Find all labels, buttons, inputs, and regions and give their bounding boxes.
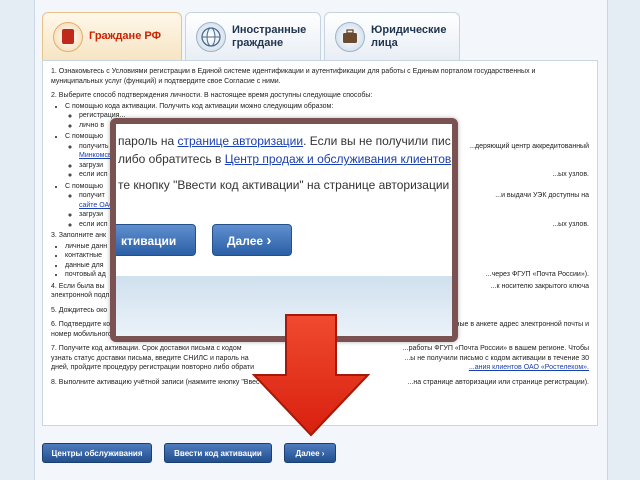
zoom-callout: пароль на странице авторизации. Если вы … bbox=[110, 118, 458, 342]
tab-legal-entities[interactable]: Юридические лица bbox=[324, 12, 460, 60]
tab-label: Иностранные граждане bbox=[232, 24, 307, 49]
step-2: 2. Выберите способ подтверждения личност… bbox=[51, 92, 373, 99]
sales-service-center-link[interactable]: Центр продаж и обслуживания клиентов bbox=[225, 152, 452, 166]
tab-citizens-rf[interactable]: Граждане РФ bbox=[42, 12, 182, 60]
zoom-next-button[interactable]: Далее › bbox=[212, 224, 292, 256]
zoom-line-1: пароль на странице авторизации. Если вы … bbox=[118, 134, 451, 148]
zoom-line-3: те кнопку "Ввести код активации" на стра… bbox=[118, 178, 458, 192]
globe-icon bbox=[196, 22, 226, 52]
tab-foreign-citizens[interactable]: Иностранные граждане bbox=[185, 12, 321, 60]
tab-label: Юридические лица bbox=[371, 24, 447, 49]
passport-icon bbox=[53, 22, 83, 52]
enter-activation-code-button[interactable]: Ввести код активации bbox=[164, 443, 272, 463]
auth-page-link[interactable]: странице авторизации bbox=[177, 134, 303, 148]
sales-center-link[interactable]: ...ания клиентов ОАО «Ростелеком». bbox=[469, 363, 589, 373]
step-1: 1. Ознакомьтесь с Условиями регистрации … bbox=[51, 68, 536, 85]
chevron-right-icon: › bbox=[321, 449, 325, 458]
zoom-line-2: либо обратитесь в Центр продаж и обслужи… bbox=[118, 152, 452, 166]
next-button[interactable]: Далее › bbox=[284, 443, 336, 463]
service-centers-button[interactable]: Центры обслуживания bbox=[42, 443, 152, 463]
tab-label: Граждане РФ bbox=[89, 30, 161, 42]
arrow-down-icon bbox=[251, 314, 371, 437]
chevron-right-icon: › bbox=[266, 232, 272, 249]
briefcase-icon bbox=[335, 22, 365, 52]
ministry-link[interactable]: Минкомсв bbox=[79, 152, 112, 159]
zoom-activation-button[interactable]: ктивации bbox=[116, 224, 196, 256]
